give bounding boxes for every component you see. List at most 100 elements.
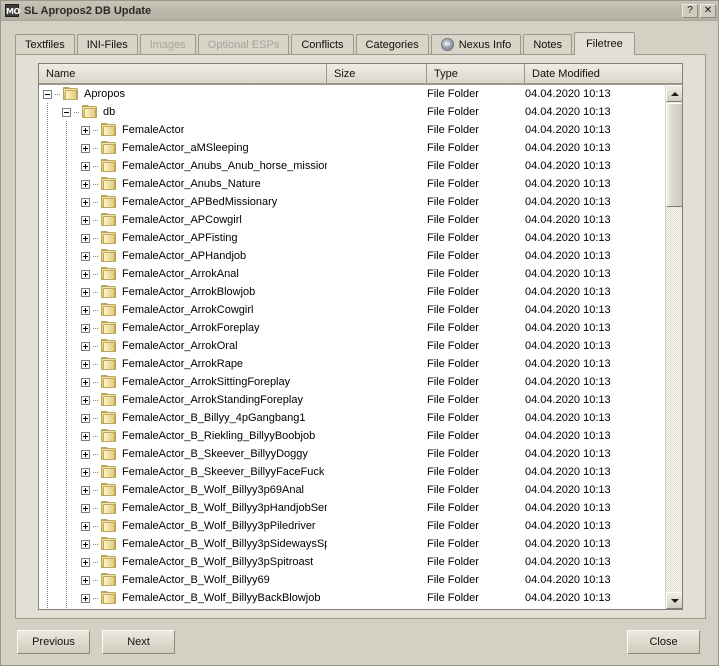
table-row[interactable]: FemaleActor_B_Wolf_Billyy3pPiledriver Fil… <box>39 517 665 535</box>
expand-icon[interactable] <box>81 521 90 531</box>
cell-type: File Folder <box>427 286 479 298</box>
table-row[interactable]: FemaleActor_ArrokStandingForeplay File Fo… <box>39 391 665 409</box>
expand-icon[interactable] <box>81 197 90 207</box>
table-row[interactable]: FemaleActor_ArrokAnal File Folder 04.04.20… <box>39 265 665 283</box>
close-button[interactable]: Close <box>627 630 700 654</box>
help-button[interactable]: ? <box>682 3 698 18</box>
table-row[interactable]: FemaleActor_aMSleeping File Folder 04.04.2… <box>39 139 665 157</box>
tab-notes[interactable]: Notes <box>523 34 573 54</box>
tree-guide-line <box>47 229 48 247</box>
folder-icon <box>101 195 116 208</box>
table-row[interactable]: FemaleActor_B_Skeever_BillyyFaceFuck File… <box>39 463 665 481</box>
expand-icon[interactable] <box>81 395 90 405</box>
collapse-icon[interactable] <box>43 89 52 99</box>
table-row[interactable]: Apropos File Folder 04.04.2020 10:13 <box>39 85 665 103</box>
tab-categories[interactable]: Categories <box>355 34 429 54</box>
tab-strip: Textfiles INI-Files Images Optional ESPs Con… <box>1 29 718 55</box>
table-row[interactable]: FemaleActor_B_Wolf_Billyy3pSidewaysSpit F… <box>39 535 665 553</box>
expand-icon[interactable] <box>81 449 90 459</box>
scroll-down-icon[interactable] <box>666 592 682 609</box>
close-icon[interactable]: ✕ <box>700 3 716 18</box>
table-row[interactable]: FemaleActor_ArrokForeplay File Folder 04.0… <box>39 319 665 337</box>
folder-icon <box>101 519 116 532</box>
table-row[interactable]: FemaleActor_ArrokRape File Folder 04.04.20… <box>39 355 665 373</box>
previous-button[interactable]: Previous <box>17 630 90 654</box>
expand-icon[interactable] <box>81 593 90 603</box>
expand-icon[interactable] <box>81 503 90 513</box>
filetree-view[interactable]: Name Size Type Date Modified Apropos File… <box>38 63 683 610</box>
expand-icon[interactable] <box>81 269 90 279</box>
table-row[interactable]: FemaleActor_B_Wolf_Billyy69 File Folder 04… <box>39 571 665 589</box>
next-button[interactable]: Next <box>102 630 175 654</box>
expand-icon[interactable] <box>81 377 90 387</box>
expand-icon[interactable] <box>81 179 90 189</box>
tab-ini-files[interactable]: INI-Files <box>76 34 138 54</box>
table-row[interactable]: FemaleActor_B_Wolf_BillyyBlowjob1File Fo… <box>39 607 665 609</box>
table-row[interactable]: FemaleActor_B_Wolf_Billyy3p69Anal File Fo… <box>39 481 665 499</box>
cell-type: File Folder <box>427 448 479 460</box>
cell-name: FemaleActor_B_Wolf_Billyy69 <box>39 571 327 589</box>
tab-label: Filetree <box>586 38 623 50</box>
table-row[interactable]: FemaleActor_Anubs_Anub_horse_mission… Fil… <box>39 157 665 175</box>
tree-indent <box>39 517 81 535</box>
column-header-type[interactable]: Type <box>427 64 525 84</box>
tree-guide-line <box>47 607 48 609</box>
expand-icon[interactable] <box>81 305 90 315</box>
filetree-body: Apropos File Folder 04.04.2020 10:13 db File… <box>39 85 682 609</box>
table-row[interactable]: FemaleActor_ArrokOral File Folder 04.04.20… <box>39 337 665 355</box>
tab-nexus-info[interactable]: Nexus Info <box>430 34 522 54</box>
expand-icon[interactable] <box>81 341 90 351</box>
tab-textfiles[interactable]: Textfiles <box>15 34 75 54</box>
expand-icon[interactable] <box>81 161 90 171</box>
expand-icon[interactable] <box>81 539 90 549</box>
table-row[interactable]: FemaleActor_APCowgirl File Folder 04.04.20… <box>39 211 665 229</box>
column-header-size[interactable]: Size <box>327 64 427 84</box>
expand-icon[interactable] <box>81 215 90 225</box>
table-row[interactable]: FemaleActor_B_Riekling_BillyyBoobjob File… <box>39 427 665 445</box>
expand-icon[interactable] <box>81 323 90 333</box>
table-row[interactable]: FemaleActor_B_Skeever_BillyyDoggy File Fo… <box>39 445 665 463</box>
table-row[interactable]: FemaleActor_APHandjob File Folder 04.04.20… <box>39 247 665 265</box>
table-row[interactable]: FemaleActor_ArrokBlowjob File Folder 04.04… <box>39 283 665 301</box>
expand-icon[interactable] <box>81 287 90 297</box>
expand-icon[interactable] <box>81 251 90 261</box>
cell-type: File Folder <box>427 214 479 226</box>
file-name-label: FemaleActor <box>122 124 185 136</box>
expand-icon[interactable] <box>81 431 90 441</box>
tree-guide-line <box>47 265 48 283</box>
column-header-name[interactable]: Name <box>39 64 327 84</box>
table-row[interactable]: FemaleActor_B_Wolf_BillyyBackBlowjob File… <box>39 589 665 607</box>
table-row[interactable]: db File Folder 04.04.2020 10:13 <box>39 103 665 121</box>
expand-icon[interactable] <box>81 575 90 585</box>
table-row[interactable]: FemaleActor_ArrokSittingForeplay File Fol… <box>39 373 665 391</box>
expand-icon[interactable] <box>81 413 90 423</box>
tab-conflicts[interactable]: Conflicts <box>291 34 354 54</box>
expand-icon[interactable] <box>81 125 90 135</box>
file-name-label: FemaleActor_ArrokOral <box>122 340 238 352</box>
scroll-up-icon[interactable] <box>666 85 682 102</box>
table-row[interactable]: FemaleActor File Folder 04.04.2020 10:13 <box>39 121 665 139</box>
table-row[interactable]: FemaleActor_B_Billyy_4pGangbang1 File Fol… <box>39 409 665 427</box>
column-header-date-modified[interactable]: Date Modified <box>525 64 665 84</box>
tree-guide-line <box>47 553 48 571</box>
tab-filetree[interactable]: Filetree <box>574 32 635 55</box>
expand-icon[interactable] <box>81 359 90 369</box>
table-row[interactable]: FemaleActor_Anubs_Nature File Folder 04.04… <box>39 175 665 193</box>
expand-icon[interactable] <box>81 557 90 567</box>
table-row[interactable]: FemaleActor_B_Wolf_Billyy3pSpitroast File… <box>39 553 665 571</box>
cell-date-modified: 04.04.2020 10:13 <box>525 502 611 514</box>
expand-icon[interactable] <box>81 233 90 243</box>
collapse-icon[interactable] <box>62 107 71 117</box>
scrollbar-thumb[interactable] <box>666 103 682 207</box>
cell-name: Apropos <box>39 85 327 103</box>
table-row[interactable]: FemaleActor_APFisting File Folder 04.04.20… <box>39 229 665 247</box>
table-row[interactable]: FemaleActor_APBedMissionary File Folder 04… <box>39 193 665 211</box>
expand-icon[interactable] <box>81 467 90 477</box>
table-row[interactable]: FemaleActor_B_Wolf_Billyy3pHandjobSer… Fi… <box>39 499 665 517</box>
expand-icon[interactable] <box>81 143 90 153</box>
table-row[interactable]: FemaleActor_ArrokCowgirl File Folder 04.04… <box>39 301 665 319</box>
tree-guide-line <box>47 103 48 121</box>
vertical-scrollbar[interactable] <box>665 85 682 609</box>
expand-icon[interactable] <box>81 485 90 495</box>
file-name-label: FemaleActor_B_Wolf_Billyy3pPiledriver <box>122 520 316 532</box>
